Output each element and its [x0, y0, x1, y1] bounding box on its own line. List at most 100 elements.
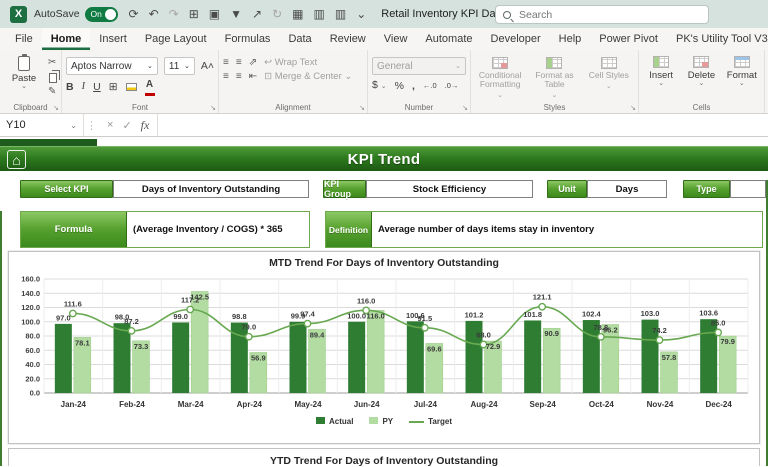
refresh-icon[interactable]: ↻: [272, 8, 282, 20]
font-size-select[interactable]: 11 ⌄: [163, 57, 195, 75]
bar-py[interactable]: [190, 291, 209, 394]
grow-font-button[interactable]: A˄: [201, 59, 214, 73]
autosave-toggle[interactable]: On: [84, 6, 118, 22]
insert-function-icon[interactable]: fx: [141, 118, 150, 133]
tab-developer[interactable]: Developer: [482, 28, 550, 50]
tab-data[interactable]: Data: [279, 28, 320, 50]
bar-py[interactable]: [366, 310, 385, 394]
home-icon[interactable]: ⌂: [7, 150, 26, 169]
tab-view[interactable]: View: [375, 28, 417, 50]
tab-page-layout[interactable]: Page Layout: [136, 28, 216, 50]
cancel-icon[interactable]: ×: [107, 119, 113, 131]
tab-power-pivot[interactable]: Power Pivot: [590, 28, 667, 50]
save-icon[interactable]: ⟳: [129, 8, 139, 20]
search-box[interactable]: [495, 5, 709, 24]
ytd-chart-panel[interactable]: YTD Trend For Days of Inventory Outstand…: [8, 448, 760, 466]
formula-input[interactable]: [158, 114, 768, 136]
unit-value: Days: [587, 180, 667, 198]
target-marker[interactable]: [596, 332, 605, 341]
bold-button[interactable]: B: [66, 80, 74, 94]
qat-overflow-icon[interactable]: ⌄: [356, 8, 366, 20]
orientation-icon[interactable]: ⇗: [249, 57, 257, 68]
currency-icon[interactable]: $ ⌄: [372, 78, 387, 94]
format-painter-icon[interactable]: ✎: [48, 86, 57, 97]
column-left-icon[interactable]: ▥: [314, 8, 325, 20]
fill-color-icon[interactable]: [125, 83, 137, 91]
search-input[interactable]: [517, 7, 677, 22]
format-as-table-button[interactable]: Format as Table ⌄: [529, 53, 579, 100]
target-marker[interactable]: [244, 332, 253, 341]
share-icon[interactable]: ↗: [252, 8, 262, 20]
cell-styles-button[interactable]: Cell Styles ⌄: [584, 53, 634, 100]
tab-help[interactable]: Help: [550, 28, 591, 50]
bar-actual[interactable]: [54, 323, 72, 393]
tab-pk-s-utility-tool-v3-0[interactable]: PK's Utility Tool V3.0: [667, 28, 768, 50]
wrap-text-button[interactable]: ↩ Wrap Text: [264, 57, 317, 68]
delete-cells-button[interactable]: Delete ⌄: [683, 53, 719, 100]
y-tick-label: 0.0: [30, 389, 40, 398]
align-center-icon[interactable]: ≡: [236, 71, 242, 82]
tab-formulas[interactable]: Formulas: [216, 28, 280, 50]
indent-decrease-icon[interactable]: ⇤: [249, 71, 257, 82]
table-icon[interactable]: ▦: [292, 8, 303, 20]
tab-file[interactable]: File: [6, 28, 42, 50]
name-box[interactable]: Y10 ⌄: [0, 114, 84, 136]
tab-home[interactable]: Home: [41, 28, 91, 50]
undo-icon[interactable]: ↶: [149, 8, 159, 20]
tab-automate[interactable]: Automate: [416, 28, 481, 50]
format-cells-button[interactable]: Format ⌄: [724, 53, 760, 100]
bar-actual[interactable]: [289, 321, 307, 393]
font-name-select[interactable]: Aptos Narrow ⌄: [66, 57, 158, 75]
select-kpi-value[interactable]: Days of Inventory Outstanding: [113, 180, 309, 198]
borders-icon[interactable]: ⊞: [109, 80, 118, 94]
tab-review[interactable]: Review: [321, 28, 375, 50]
dialog-launcher-icon[interactable]: ↘: [462, 104, 468, 112]
tab-insert[interactable]: Insert: [90, 28, 136, 50]
filter-icon[interactable]: ▼: [230, 8, 242, 20]
column-right-icon[interactable]: ▥: [335, 8, 346, 20]
target-marker[interactable]: [714, 328, 723, 337]
increase-decimal-icon[interactable]: ←.0: [423, 79, 437, 93]
cut-icon[interactable]: ✂: [48, 57, 57, 68]
dialog-launcher-icon[interactable]: ↘: [210, 104, 216, 112]
bar-actual[interactable]: [172, 322, 190, 393]
redo-icon[interactable]: ↷: [169, 8, 179, 20]
insert-cells-button[interactable]: Insert ⌄: [643, 53, 679, 100]
grid-icon[interactable]: ⊞: [189, 8, 199, 20]
bar-actual[interactable]: [524, 320, 542, 393]
align-left-icon[interactable]: ≡: [223, 71, 229, 82]
target-marker[interactable]: [655, 336, 664, 345]
percent-icon[interactable]: %: [395, 79, 404, 93]
align-top-icon[interactable]: ≡: [223, 57, 229, 68]
picture-icon[interactable]: ▣: [209, 8, 220, 20]
font-color-icon[interactable]: A: [144, 78, 155, 96]
conditional-formatting-button[interactable]: Conditional Formatting ⌄: [475, 53, 525, 100]
worksheet[interactable]: ⌂ KPI Trend Select KPI Days of Inventory…: [0, 137, 768, 466]
underline-button[interactable]: U: [93, 80, 101, 94]
mtd-chart[interactable]: 0.0 20.0 40.0 60.0 80.0 100.0 120.0 140.0 160.0 J…: [14, 269, 754, 419]
bar-actual[interactable]: [348, 321, 366, 393]
name-box-splitter[interactable]: ⋮: [84, 114, 99, 136]
target-marker[interactable]: [127, 326, 136, 335]
target-marker[interactable]: [303, 319, 312, 328]
number-format-select[interactable]: General ⌄: [372, 57, 466, 75]
merge-center-button[interactable]: ⊡ Merge & Center ⌄: [264, 71, 352, 82]
mtd-chart-panel[interactable]: MTD Trend For Days of Inventory Outstand…: [8, 251, 760, 444]
dialog-launcher-icon[interactable]: ↘: [53, 104, 59, 112]
enter-icon[interactable]: ✓: [122, 119, 131, 132]
bar-actual[interactable]: [113, 323, 131, 393]
py-data-label: 69.6: [427, 344, 442, 353]
align-middle-icon[interactable]: ≡: [236, 57, 242, 68]
paste-button[interactable]: Paste ⌄: [4, 53, 44, 100]
comma-style-icon[interactable]: ,: [412, 79, 415, 93]
dialog-launcher-icon[interactable]: ↘: [630, 104, 636, 112]
bar-actual[interactable]: [700, 319, 718, 393]
copy-icon[interactable]: [49, 73, 57, 83]
bar-actual[interactable]: [406, 321, 424, 393]
target-marker[interactable]: [420, 323, 429, 332]
target-marker[interactable]: [538, 302, 547, 311]
dialog-launcher-icon[interactable]: ↘: [359, 104, 365, 112]
italic-button[interactable]: I: [82, 80, 86, 94]
bar-py[interactable]: [601, 324, 620, 394]
decrease-decimal-icon[interactable]: .0→: [445, 79, 459, 93]
